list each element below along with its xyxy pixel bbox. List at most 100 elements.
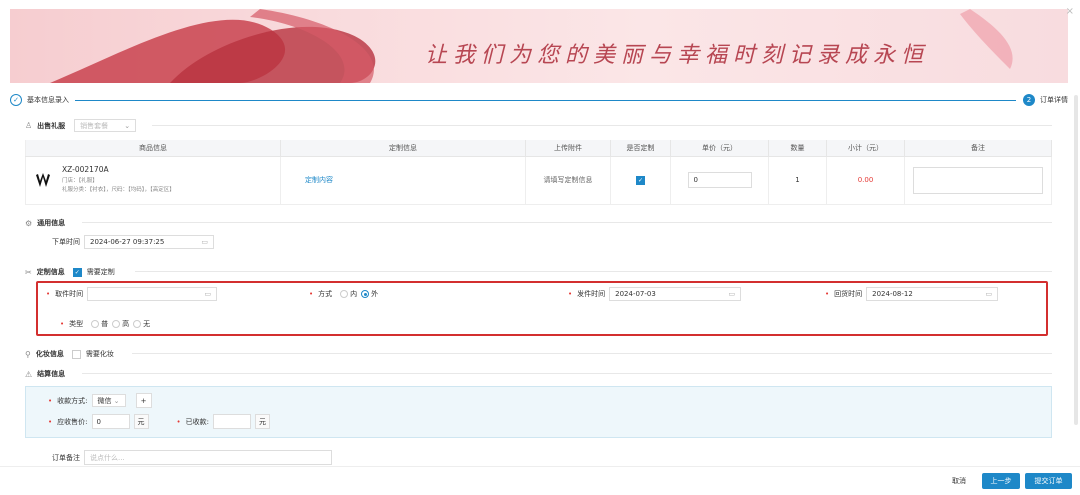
received-input[interactable] [213,414,251,429]
required-mark: • [48,396,53,405]
method-option-outer[interactable]: 外 [361,289,378,299]
divider [152,125,1052,126]
type-option-label: 高 [122,320,130,328]
required-mark: • [48,417,53,426]
footer-bar: 取消 上一步 提交订单 [0,466,1080,495]
calculator-icon: ⚠ [25,369,33,379]
method-option-inner[interactable]: 内 [340,289,357,299]
required-mark: • [568,290,573,298]
need-custom-label: 需要定制 [86,268,115,276]
is-custom-checkbox[interactable]: ✓ [636,175,645,185]
pickup-time-picker[interactable]: ▭ [87,287,218,301]
product-category: 礼服分类：【衬衣】，尺码：【均码】，【高定区】 [62,187,175,193]
radio-icon [340,290,349,298]
return-time-label: 回货时间 [834,290,863,298]
close-icon[interactable]: × [1066,6,1074,17]
order-remark-input[interactable]: 说点什么... [84,450,332,465]
type-label: 类型 [69,320,84,328]
package-select[interactable]: 销售套餐 ⌄ [74,119,137,132]
receivable-unit: 元 [133,414,149,429]
col-header: 是否定制 [610,140,671,157]
need-makeup-checkbox[interactable] [71,349,81,359]
add-payment-button[interactable]: + [135,393,152,408]
unit-price-input[interactable]: 0 [687,172,752,188]
col-header: 数量 [768,140,827,157]
type-row: • 类型 普 高 无 [60,319,150,329]
step-order-detail[interactable]: 2 订单详情 [1023,94,1068,106]
ship-time-row: • 发件时间 2024-07-03 ▭ [568,287,742,301]
scissors-icon: ✂ [25,267,32,277]
step2-number: 2 [1023,94,1035,106]
settle-panel [25,386,1052,438]
divider [135,271,1052,272]
table-row: XZ-002170A 门店：【礼服】 礼服分类：【衬衣】，尺码：【均码】，【高定… [25,156,1052,205]
required-mark: • [46,290,51,298]
need-custom-checkbox[interactable]: ✓ [72,267,82,277]
payment-method-select[interactable]: 微信 ⌄ [91,394,126,407]
radio-icon [133,320,142,328]
type-option-high[interactable]: 高 [112,319,129,329]
quantity-cell: 1 [768,156,827,205]
general-title: 通用信息 [37,219,66,227]
custom-title: 定制信息 [36,268,65,276]
attachment-cell[interactable]: 请填写定制信息 [525,156,611,205]
custom-content-link[interactable]: 定制内容 [305,176,333,184]
col-header: 上传附件 [525,140,611,157]
settle-section-title: ⚠ 结算信息 [25,369,65,379]
makeup-icon: ⚲ [25,349,31,359]
ship-time-picker[interactable]: 2024-07-03 ▭ [609,287,742,301]
banner-slogan: 让我们为您的美丽与幸福时刻记录成永恒 [425,43,930,68]
receivable-input[interactable]: 0 [91,414,130,429]
scrollbar[interactable] [1074,95,1078,425]
calendar-icon: ▭ [728,290,736,298]
payment-method-value: 微信 [97,396,112,405]
radio-icon [91,320,100,328]
order-time-row: 下单时间 2024-06-27 09:37:25 ▭ [52,235,214,249]
col-header: 备注 [904,140,1052,157]
need-makeup-label: 需要化妆 [85,350,114,358]
type-option-label: 普 [101,320,109,328]
chevron-down-icon: ⌄ [124,121,131,130]
order-time-value: 2024-06-27 09:37:25 [90,238,165,246]
settle-title: 结算信息 [37,370,66,378]
remark-textarea[interactable] [913,166,1043,194]
calendar-icon: ▭ [985,290,993,298]
col-header: 单价（元） [670,140,769,157]
required-mark: • [60,320,65,328]
product-code: XZ-002170A [62,165,109,174]
order-time-label: 下单时间 [52,238,80,246]
return-time-picker[interactable]: 2024-08-12 ▭ [866,287,999,301]
payment-method-row: • 收款方式: 微信 ⌄ + [48,393,152,408]
method-label: 方式 [318,290,333,298]
divider [132,353,1052,354]
general-section-title: ⚙ 通用信息 [25,218,65,228]
radio-checked-icon [361,290,370,298]
makeup-title: 化妆信息 [35,350,64,358]
chevron-down-icon: ⌄ [113,396,120,405]
cancel-button[interactable]: 取消 [944,473,974,489]
receivable-label: 应收售价: [57,417,88,426]
order-time-picker[interactable]: 2024-06-27 09:37:25 ▭ [84,235,214,249]
type-option-none[interactable]: 无 [133,319,150,329]
makeup-section-title: ⚲ 化妆信息 需要化妆 [25,349,114,359]
step1-label: 基本信息录入 [27,96,69,104]
is-custom-cell: ✓ [610,156,671,205]
pickup-time-row: • 取件时间 ▭ [46,287,218,301]
settings-icon: ⚙ [25,218,33,228]
prev-step-button[interactable]: 上一步 [982,473,1020,489]
amount-row: • 应收售价: 0元 • 已收款: 元 [48,414,270,429]
calendar-icon: ▭ [204,290,212,298]
step2-label: 订单详情 [1040,96,1068,104]
return-time-row: • 回货时间 2024-08-12 ▭ [825,287,999,301]
dress-title: 出售礼服 [37,121,66,130]
col-header: 商品信息 [25,140,281,157]
product-cell: XZ-002170A 门店：【礼服】 礼服分类：【衬衣】，尺码：【均码】，【高定… [25,156,281,205]
order-remark-label: 订单备注 [52,453,80,462]
ship-time-value: 2024-07-03 [615,290,656,298]
step-basic-info[interactable]: ✓ 基本信息录入 [10,94,69,106]
unit-price-cell: 0 [670,156,769,205]
required-mark: • [825,290,830,298]
type-option-normal[interactable]: 普 [91,319,108,329]
submit-order-button[interactable]: 提交订单 [1025,473,1072,489]
method-option-outer-label: 外 [371,290,379,298]
